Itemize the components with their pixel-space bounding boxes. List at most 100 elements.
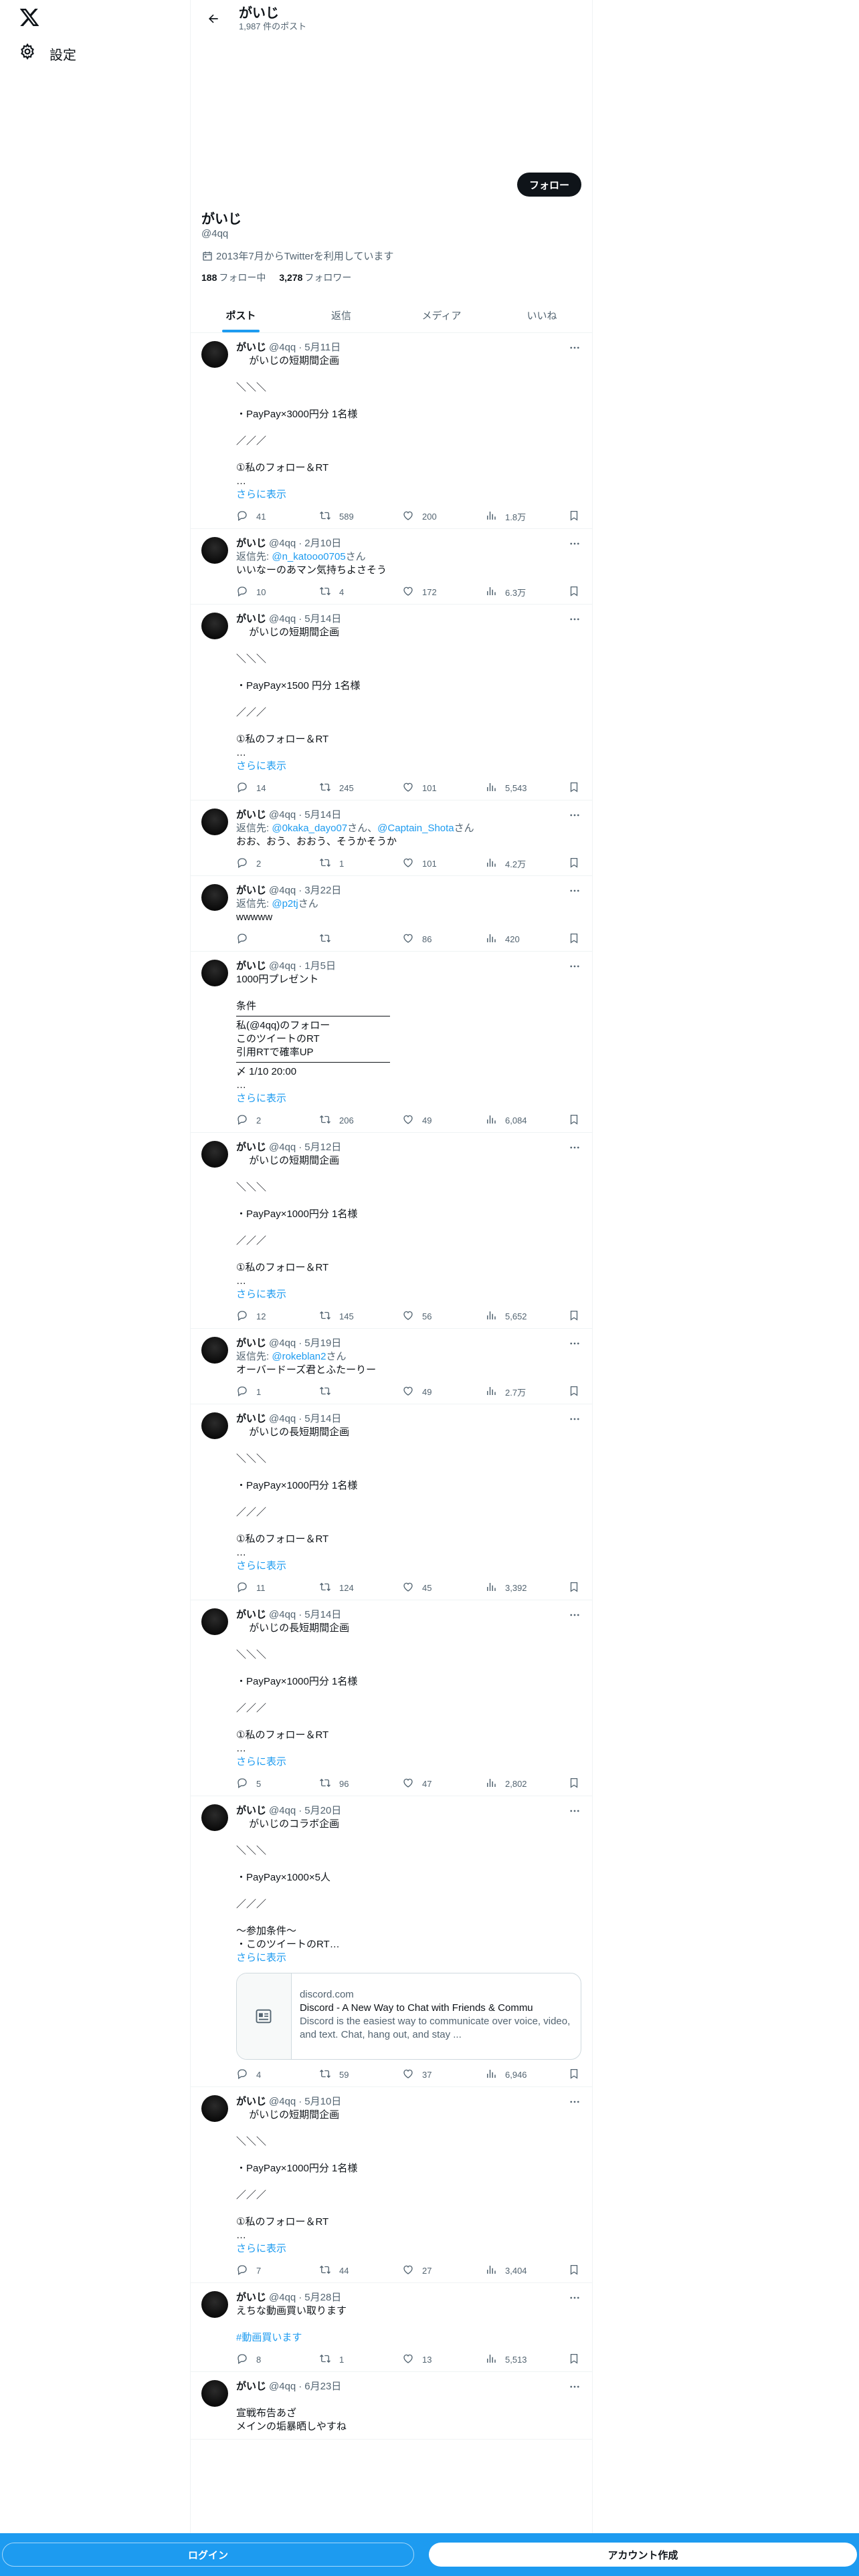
- bookmark-button[interactable]: [568, 1777, 581, 1791]
- views-button[interactable]: 2.7万: [485, 1385, 559, 1399]
- like-button[interactable]: 37: [402, 2068, 476, 2082]
- avatar[interactable]: [201, 2095, 228, 2122]
- bookmark-button[interactable]: [568, 932, 581, 946]
- tweet-author-handle[interactable]: @4qq: [269, 2380, 296, 2393]
- nav-settings[interactable]: 設定: [19, 43, 76, 64]
- like-button[interactable]: 13: [402, 2353, 476, 2367]
- views-button[interactable]: 6.3万: [485, 585, 559, 599]
- avatar[interactable]: [201, 537, 228, 564]
- tweet-author-handle[interactable]: @4qq: [269, 960, 296, 973]
- avatar[interactable]: [201, 809, 228, 835]
- show-more-link[interactable]: さらに表示: [236, 1951, 581, 1965]
- more-options-icon[interactable]: [568, 2380, 581, 2393]
- tab-media[interactable]: メディア: [391, 298, 492, 332]
- more-options-icon[interactable]: [568, 2095, 581, 2109]
- tweet[interactable]: がいじ @4qq · 5月20日 がいじのコラボ企画 ＼＼＼ ・PayPay×1000…: [191, 1796, 592, 2087]
- bookmark-button[interactable]: [568, 2353, 581, 2367]
- tweet[interactable]: がいじ @4qq · 1月5日 1000円プレゼント 条件 私(@4qq)のフォロー このツ…: [191, 952, 592, 1133]
- tweet[interactable]: がいじ @4qq · 5月14日 がいじの長短期間企画 ＼＼＼ ・PayPay×100…: [191, 1404, 592, 1600]
- avatar[interactable]: [201, 1804, 228, 1831]
- like-button[interactable]: 49: [402, 1385, 476, 1399]
- reply-to-link[interactable]: @n_katooo0705: [272, 551, 345, 562]
- avatar[interactable]: [201, 1141, 228, 1168]
- views-button[interactable]: 5,513: [485, 2353, 559, 2367]
- avatar[interactable]: [201, 884, 228, 911]
- tweet-date[interactable]: 5月11日: [304, 341, 341, 354]
- tweet[interactable]: がいじ @4qq · 2月10日 返信先: @n_katooo0705さん いいなーのあマ…: [191, 529, 592, 605]
- show-more-link[interactable]: さらに表示: [236, 760, 581, 773]
- tweet-author-handle[interactable]: @4qq: [269, 1337, 296, 1350]
- retweet-button[interactable]: [319, 932, 393, 946]
- like-button[interactable]: 200: [402, 510, 476, 524]
- more-options-icon[interactable]: [568, 537, 581, 550]
- retweet-button[interactable]: 245: [319, 781, 393, 795]
- tweet-author-name[interactable]: がいじ: [236, 2291, 266, 2304]
- bookmark-button[interactable]: [568, 1113, 581, 1128]
- more-options-icon[interactable]: [568, 809, 581, 822]
- retweet-button[interactable]: 96: [319, 1777, 393, 1791]
- tweet-author-handle[interactable]: @4qq: [269, 2291, 296, 2304]
- tweet-date[interactable]: 5月28日: [304, 2291, 341, 2304]
- retweet-button[interactable]: 59: [319, 2068, 393, 2082]
- more-options-icon[interactable]: [568, 1608, 581, 1622]
- like-button[interactable]: 27: [402, 2264, 476, 2278]
- tweet-date[interactable]: 3月22日: [304, 884, 341, 897]
- tweet-author-handle[interactable]: @4qq: [269, 1412, 296, 1426]
- views-button[interactable]: 3,404: [485, 2264, 559, 2278]
- reply-button[interactable]: 10: [236, 585, 310, 599]
- tweet-author-handle[interactable]: @4qq: [269, 2095, 296, 2109]
- tweet-author-handle[interactable]: @4qq: [269, 613, 296, 626]
- tweet[interactable]: がいじ @4qq · 6月23日 宣戦布告あざ メインの垢暴晒しやすね: [191, 2372, 592, 2440]
- avatar[interactable]: [201, 613, 228, 639]
- show-more-link[interactable]: さらに表示: [236, 1092, 581, 1105]
- tweet[interactable]: がいじ @4qq · 5月14日 がいじの短期間企画 ＼＼＼ ・PayPay×1500…: [191, 605, 592, 800]
- views-button[interactable]: 2,802: [485, 1777, 559, 1791]
- back-button[interactable]: [201, 7, 225, 31]
- tweet[interactable]: がいじ @4qq · 5月14日 返信先: @0kaka_dayo07さん、@Capta…: [191, 800, 592, 876]
- tweet-author-handle[interactable]: @4qq: [269, 1804, 296, 1818]
- tweet-author-handle[interactable]: @4qq: [269, 1141, 296, 1154]
- tweet[interactable]: がいじ @4qq · 5月19日 返信先: @rokeblan2さん オーバードーズ君とふ…: [191, 1329, 592, 1404]
- followers-link[interactable]: 3,278 フォロワー: [279, 271, 351, 284]
- more-options-icon[interactable]: [568, 2291, 581, 2304]
- avatar[interactable]: [201, 960, 228, 986]
- views-button[interactable]: 6,946: [485, 2068, 559, 2082]
- retweet-button[interactable]: 124: [319, 1581, 393, 1595]
- link-card[interactable]: discord.com Discord - A New Way to Chat w…: [236, 1973, 581, 2060]
- like-button[interactable]: 47: [402, 1777, 476, 1791]
- like-button[interactable]: 45: [402, 1581, 476, 1595]
- reply-button[interactable]: 41: [236, 510, 310, 524]
- retweet-button[interactable]: 145: [319, 1309, 393, 1323]
- reply-to-link[interactable]: @0kaka_dayo07: [272, 823, 347, 834]
- reply-button[interactable]: 2: [236, 1113, 310, 1128]
- more-options-icon[interactable]: [568, 341, 581, 354]
- tweet-author-name[interactable]: がいじ: [236, 341, 266, 354]
- bookmark-button[interactable]: [568, 1309, 581, 1323]
- tweet-author-name[interactable]: がいじ: [236, 809, 266, 822]
- retweet-button[interactable]: 206: [319, 1113, 393, 1128]
- x-logo-icon[interactable]: [19, 7, 40, 28]
- tweet-author-name[interactable]: がいじ: [236, 884, 266, 897]
- tweet-date[interactable]: 5月14日: [304, 1412, 341, 1426]
- like-button[interactable]: 56: [402, 1309, 476, 1323]
- tweet-author-handle[interactable]: @4qq: [269, 537, 296, 550]
- more-options-icon[interactable]: [568, 884, 581, 897]
- show-more-link[interactable]: さらに表示: [236, 2242, 581, 2256]
- tweet-author-name[interactable]: がいじ: [236, 613, 266, 626]
- retweet-button[interactable]: 1: [319, 857, 393, 871]
- avatar[interactable]: [201, 2380, 228, 2407]
- retweet-button[interactable]: 1: [319, 2353, 393, 2367]
- retweet-button[interactable]: [319, 1385, 393, 1399]
- tweet-author-handle[interactable]: @4qq: [269, 809, 296, 822]
- reply-button[interactable]: 11: [236, 1581, 310, 1595]
- show-more-link[interactable]: さらに表示: [236, 1288, 581, 1301]
- bookmark-button[interactable]: [568, 2068, 581, 2082]
- bookmark-button[interactable]: [568, 585, 581, 599]
- avatar[interactable]: [201, 1412, 228, 1439]
- show-more-link[interactable]: さらに表示: [236, 1560, 581, 1573]
- reply-button[interactable]: 4: [236, 2068, 310, 2082]
- tweet[interactable]: がいじ @4qq · 5月12日 がいじの短期間企画 ＼＼＼ ・PayPay×1000…: [191, 1133, 592, 1329]
- tweet-date[interactable]: 5月19日: [304, 1337, 341, 1350]
- tweet-date[interactable]: 1月5日: [304, 960, 336, 973]
- avatar[interactable]: [201, 1337, 228, 1364]
